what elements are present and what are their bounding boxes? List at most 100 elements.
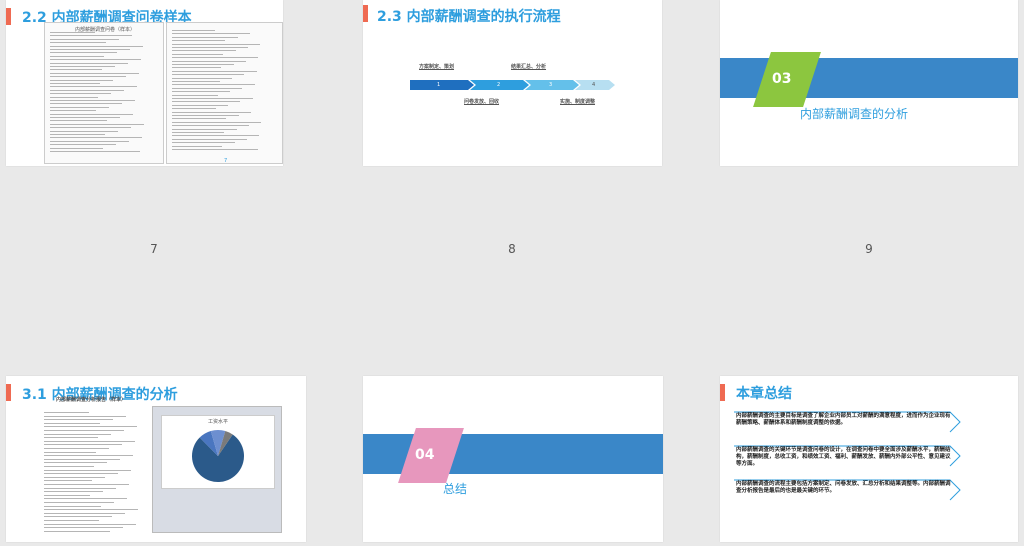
step-number-4: 4: [592, 82, 596, 88]
doc-text-line: [50, 130, 118, 132]
section-number: 04: [415, 447, 435, 463]
doc-text-line: [50, 89, 124, 91]
doc-text-line: [44, 527, 123, 529]
slide-thumbnail-11[interactable]: 04 总结: [363, 376, 663, 542]
doc-text-line: [44, 412, 89, 413]
doc-text-line: [50, 69, 102, 71]
doc-text-line: [172, 67, 222, 69]
doc-text-line: [50, 55, 104, 57]
doc-text-line: [50, 62, 128, 64]
doc-text-line: [50, 79, 113, 81]
doc-text-line: [172, 138, 248, 140]
doc-text-line: [172, 145, 223, 147]
doc-text-line: [172, 70, 257, 72]
doc-text-line: [50, 147, 103, 149]
doc-text-line: [44, 455, 133, 457]
doc-text-line: [50, 144, 116, 146]
doc-text-line: [44, 469, 131, 471]
doc-text-line: [50, 137, 142, 139]
doc-text-line: [44, 512, 125, 514]
title-accent-bar: [6, 384, 11, 401]
doc-text-line: [44, 415, 126, 417]
step-label-3: 结果汇总、分析: [511, 64, 547, 70]
doc-text-line: [50, 52, 117, 54]
chart-card: 工资水平: [161, 415, 275, 489]
doc-text-line: [50, 106, 109, 108]
doc-text-line: [50, 120, 107, 122]
step-label-1: 方案制定、策划: [419, 64, 455, 70]
step-label-2: 问卷发放、回收: [464, 99, 500, 105]
doc-text-line: [50, 127, 131, 129]
doc-text-line: [172, 43, 261, 45]
doc-text-line: [44, 444, 122, 446]
doc-text-line: [172, 33, 250, 35]
doc-text-line: [44, 502, 114, 503]
doc-text-line: [50, 140, 129, 142]
doc-text-line: [172, 149, 258, 150]
doc-text-line: [172, 135, 260, 137]
doc-text-line: [44, 426, 137, 428]
doc-text-line: [50, 83, 100, 84]
doc-text-line: [50, 45, 143, 47]
doc-text-line: [172, 40, 226, 42]
doc-text-line: [50, 76, 126, 78]
doc-text-line: [172, 57, 259, 59]
doc-text-line: [44, 509, 138, 511]
doc-text-line: [50, 72, 139, 74]
chart-panel: 工资水平: [152, 406, 282, 533]
doc-text-line: [172, 74, 245, 76]
doc-text-line: [172, 132, 225, 133]
doc-text-line: [172, 77, 232, 79]
doc-text-line: [44, 437, 98, 439]
doc-text-line: [50, 151, 140, 152]
slide-thumbnail-9[interactable]: 03 内部薪酬调查的分析: [720, 0, 1018, 166]
doc-text-line: [44, 484, 129, 485]
doc-text-line: [50, 117, 120, 118]
step-number-1: 1: [437, 82, 441, 88]
page-number: 7: [224, 158, 228, 164]
section-title: 内部薪酬调查的分析: [800, 107, 909, 121]
doc-text-line: [172, 94, 218, 96]
doc-text-line: [44, 476, 105, 478]
doc-text-line: [172, 101, 241, 103]
section-number: 03: [772, 71, 792, 87]
doc-text-line: [172, 87, 243, 89]
doc-text-line: [50, 113, 133, 115]
slide-thumbnail-8[interactable]: 2.3 内部薪酬调查的执行流程 1 2 3 4 方案制定、策划 问卷发放、回收 …: [363, 0, 662, 166]
doc-text-line: [44, 440, 135, 442]
doc-text-line: [172, 50, 236, 52]
doc-text-line: [44, 505, 101, 507]
doc-text-line: [50, 32, 95, 33]
doc-text-line: [50, 123, 144, 125]
doc-text-line: [172, 81, 220, 82]
step-label-4: 实施、制度调整: [560, 99, 596, 105]
doc-text-line: [172, 53, 224, 55]
doc-text-line: [44, 430, 124, 431]
section-title: 总结: [443, 482, 468, 496]
doc-text-line: [44, 520, 99, 521]
pie-chart: [192, 430, 244, 482]
doc-text-line: [44, 523, 136, 525]
slide-number: 7: [150, 242, 158, 256]
doc-text-line: [44, 498, 127, 500]
doc-text-line: [172, 84, 255, 86]
doc-text-line: [44, 419, 113, 421]
doc-text-line: [172, 36, 238, 38]
doc-text-line: [172, 111, 251, 113]
doc-text-line: [172, 47, 248, 48]
doc-text-line: [44, 462, 107, 464]
doc-text-line: [44, 451, 96, 453]
doc-text-line: [44, 480, 92, 482]
doc-text-line: [44, 448, 109, 449]
doc-text-line: [50, 110, 96, 112]
doc-text-line: [50, 134, 105, 135]
doc-text-line: [50, 86, 137, 88]
document-title: 内部薪酬调查分析报告（样本）: [56, 397, 127, 403]
doc-text-line: [44, 530, 110, 532]
step-number-3: 3: [549, 82, 553, 88]
summary-paragraph-3: 内部薪酬调查的流程主要包括方案制定、问卷发放、汇总分析和结果调整等。内部薪酬调查…: [736, 481, 951, 494]
doc-text-line: [50, 66, 115, 67]
slide-thumbnail-7[interactable]: 2.2 内部薪酬调查问卷样本 内部薪酬调查问卷（样本） 7: [6, 0, 283, 166]
slide-number: 9: [865, 242, 873, 256]
doc-text-line: [172, 91, 230, 93]
